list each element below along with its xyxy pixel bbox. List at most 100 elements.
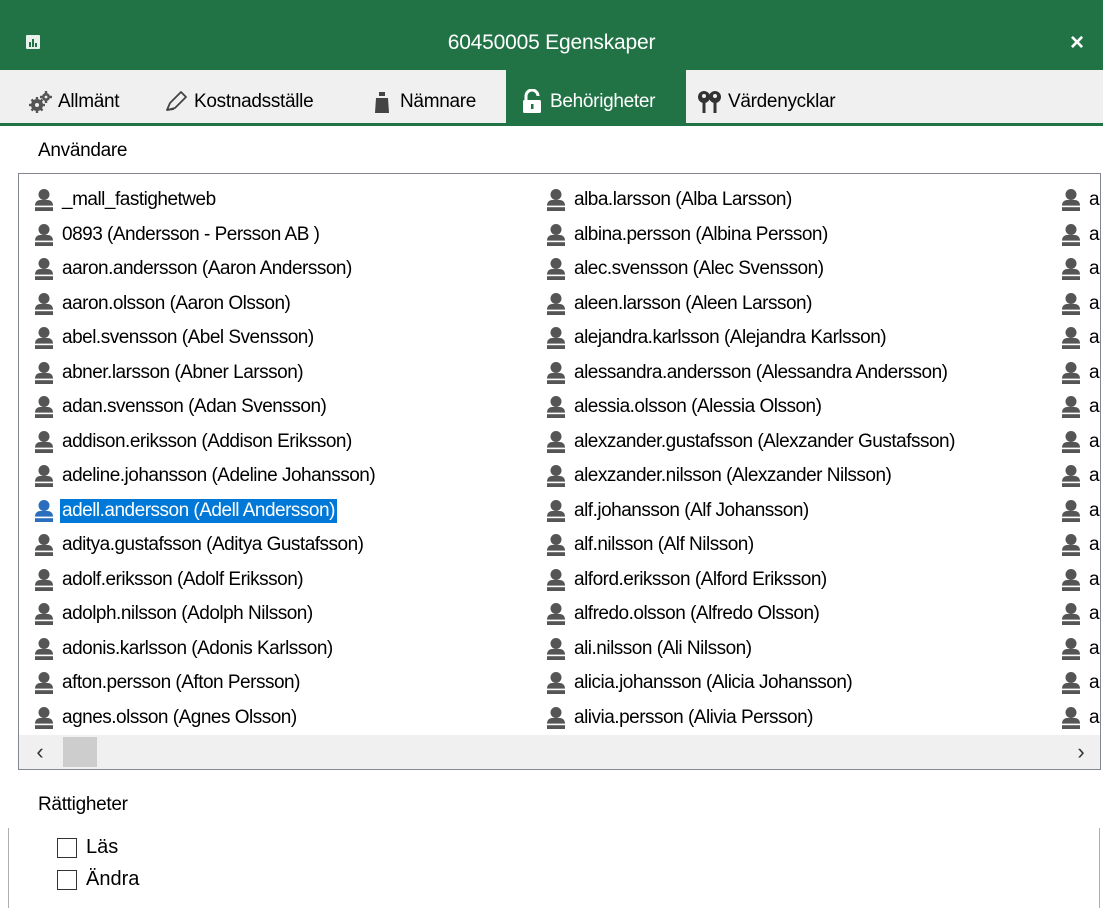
user-name: alf.nilsson (Alf Nilsson) [574, 534, 754, 556]
user-icon [1060, 602, 1082, 626]
scroll-right-button[interactable]: › [1064, 735, 1098, 769]
tab-bar: Allmänt Kostnadsställe Nämnare Behörighe… [0, 70, 1103, 125]
rights-panel: Läs Ändra [8, 828, 1100, 908]
user-list-item[interactable]: a [1046, 563, 1100, 598]
user-list-item[interactable]: alford.eriksson (Alford Eriksson) [531, 563, 957, 598]
keys-icon [696, 88, 724, 116]
user-list-item[interactable]: a [1046, 425, 1100, 460]
user-list-item[interactable]: alba.larsson (Alba Larsson) [531, 183, 957, 218]
tab-label: Behörigheter [550, 90, 656, 112]
user-list-item[interactable]: a [1046, 701, 1100, 736]
user-name: afton.persson (Afton Persson) [62, 672, 300, 694]
user-name: a [1089, 465, 1100, 487]
user-name: a [1089, 396, 1100, 418]
user-list-item[interactable]: addison.eriksson (Addison Eriksson) [19, 425, 377, 460]
user-icon [1060, 499, 1082, 523]
user-list-item[interactable]: alexzander.gustafsson (Alexzander Gustaf… [531, 425, 957, 460]
user-list-item[interactable]: a [1046, 356, 1100, 391]
user-icon [545, 533, 567, 557]
user-list-item[interactable]: alf.johansson (Alf Johansson) [531, 494, 957, 529]
user-list-item[interactable]: abner.larsson (Abner Larsson) [19, 356, 377, 391]
user-list-item[interactable]: adan.svensson (Adan Svensson) [19, 390, 377, 425]
user-list-item[interactable]: _mall_fastighetweb [19, 183, 377, 218]
tab-behorigheter[interactable]: Behörigheter [506, 70, 686, 125]
user-name: alba.larsson (Alba Larsson) [574, 189, 792, 211]
tab-allmant[interactable]: Allmänt [26, 70, 154, 125]
user-list-item[interactable]: alf.nilsson (Alf Nilsson) [531, 528, 957, 563]
weight-icon [368, 88, 396, 116]
user-icon [1060, 671, 1082, 695]
user-list-item[interactable]: a [1046, 459, 1100, 494]
user-icon [33, 395, 55, 419]
user-name: aditya.gustafsson (Aditya Gustafsson) [62, 534, 364, 556]
user-list-item[interactable]: a [1046, 252, 1100, 287]
user-list-item[interactable]: a [1046, 390, 1100, 425]
scrollbar-thumb[interactable] [63, 737, 97, 767]
user-list-item[interactable]: a [1046, 632, 1100, 667]
user-list-item[interactable]: adonis.karlsson (Adonis Karlsson) [19, 632, 377, 667]
user-list-item[interactable]: adolf.eriksson (Adolf Eriksson) [19, 563, 377, 598]
user-name: addison.eriksson (Addison Eriksson) [62, 430, 352, 452]
user-list-item[interactable]: a [1046, 597, 1100, 632]
user-name: alexzander.gustafsson (Alexzander Gustaf… [574, 430, 955, 452]
user-list-item[interactable]: a [1046, 218, 1100, 253]
user-list-item[interactable]: alec.svensson (Alec Svensson) [531, 252, 957, 287]
user-icon [1060, 533, 1082, 557]
window-title: 60450005 Egenskaper [447, 31, 656, 54]
user-list-item[interactable]: alejandra.karlsson (Alejandra Karlsson) [531, 321, 957, 356]
user-list-item[interactable]: a [1046, 666, 1100, 701]
user-list-item[interactable]: alessia.olsson (Alessia Olsson) [531, 390, 957, 425]
user-list-item[interactable]: a [1046, 494, 1100, 529]
user-list-item[interactable]: adolph.nilsson (Adolph Nilsson) [19, 597, 377, 632]
user-list-item[interactable]: ali.nilsson (Ali Nilsson) [531, 632, 957, 667]
user-list-item[interactable]: alivia.persson (Alivia Persson) [531, 701, 957, 736]
user-icon [545, 292, 567, 316]
user-list-item[interactable]: agnes.olsson (Agnes Olsson) [19, 701, 377, 736]
user-list-item[interactable]: alicia.johansson (Alicia Johansson) [531, 666, 957, 701]
read-checkbox[interactable]: Läs [57, 836, 118, 859]
user-name: abner.larsson (Abner Larsson) [62, 361, 304, 383]
user-list-item[interactable]: adeline.johansson (Adeline Johansson) [19, 459, 377, 494]
user-list-item[interactable]: a [1046, 183, 1100, 218]
user-list-item[interactable]: adell.andersson (Adell Andersson) [19, 494, 377, 529]
user-name: a [1089, 223, 1100, 245]
user-list-item[interactable]: albina.persson (Albina Persson) [531, 218, 957, 253]
edit-checkbox[interactable]: Ändra [57, 868, 139, 891]
user-list-item[interactable]: alfredo.olsson (Alfredo Olsson) [531, 597, 957, 632]
user-name: alfredo.olsson (Alfredo Olsson) [574, 603, 820, 625]
user-list-item[interactable]: aaron.olsson (Aaron Olsson) [19, 287, 377, 322]
tab-kostnadsstalle[interactable]: Kostnadsställe [162, 70, 340, 125]
user-list-item[interactable]: 0893 (Andersson - Persson AB ) [19, 218, 377, 253]
checkbox-box[interactable] [57, 869, 77, 890]
checkbox-box[interactable] [57, 837, 77, 858]
user-list-item[interactable]: a [1046, 321, 1100, 356]
user-list-item[interactable]: aditya.gustafsson (Aditya Gustafsson) [19, 528, 377, 563]
user-icon [545, 602, 567, 626]
user-list-item[interactable]: aleen.larsson (Aleen Larsson) [531, 287, 957, 322]
scroll-left-button[interactable]: ‹ [23, 735, 57, 769]
user-name: alessandra.andersson (Alessandra Anderss… [574, 361, 948, 383]
user-icon [33, 533, 55, 557]
close-button[interactable]: × [1062, 28, 1092, 58]
user-list-item[interactable]: afton.persson (Afton Persson) [19, 666, 377, 701]
user-list-item[interactable]: alexzander.nilsson (Alexzander Nilsson) [531, 459, 957, 494]
user-name: a [1089, 672, 1100, 694]
user-name: alivia.persson (Alivia Persson) [574, 706, 814, 728]
user-list-item[interactable]: a [1046, 528, 1100, 563]
user-name: a [1089, 430, 1100, 452]
user-list-item[interactable]: abel.svensson (Abel Svensson) [19, 321, 377, 356]
user-list-item[interactable]: a [1046, 287, 1100, 322]
tab-namnare[interactable]: Nämnare [368, 70, 498, 125]
user-icon [1060, 568, 1082, 592]
horizontal-scrollbar[interactable]: ‹ › [19, 735, 1100, 769]
user-list-item[interactable]: alessandra.andersson (Alessandra Anderss… [531, 356, 957, 391]
user-name: adonis.karlsson (Adonis Karlsson) [62, 637, 333, 659]
user-icon [1060, 430, 1082, 454]
user-name: a [1089, 189, 1100, 211]
user-name: albina.persson (Albina Persson) [574, 223, 828, 245]
user-icon [33, 464, 55, 488]
tab-vardenycklar[interactable]: Värdenycklar [696, 70, 876, 125]
user-list-item[interactable]: aaron.andersson (Aaron Andersson) [19, 252, 377, 287]
user-name: aaron.olsson (Aaron Olsson) [62, 292, 291, 314]
users-listbox[interactable]: _mall_fastighetweb 0893 (Andersson - Pers… [18, 173, 1101, 770]
